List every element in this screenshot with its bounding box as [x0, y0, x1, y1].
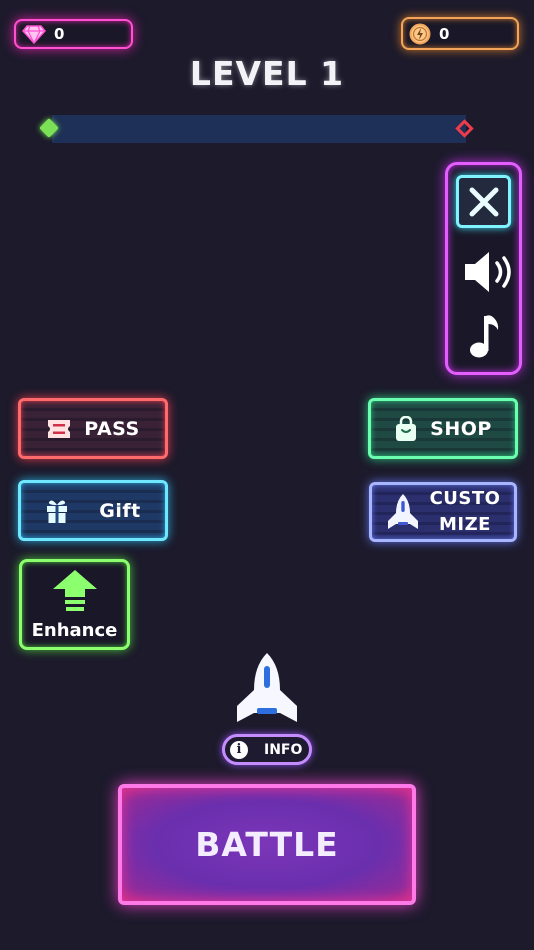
level-title: LEVEL 1	[189, 54, 345, 93]
gift-button[interactable]: Gift	[18, 480, 168, 541]
info-icon: i	[230, 740, 248, 759]
gift-label: Gift	[99, 499, 141, 522]
gem-counter[interactable]: 0	[14, 19, 133, 49]
level-progress-track	[52, 115, 466, 143]
info-button[interactable]: i INFO	[222, 734, 312, 765]
customize-label-line2: MIZE	[439, 514, 491, 535]
battle-button[interactable]: BATTLE	[118, 784, 416, 905]
upgrade-arrow-icon	[52, 569, 98, 617]
close-icon	[469, 187, 498, 216]
gift-icon	[47, 500, 68, 523]
pass-label: PASS	[84, 417, 140, 440]
energy-coin-icon	[409, 23, 431, 44]
customize-label-line1: CUSTO	[429, 488, 501, 509]
gem-icon	[22, 25, 46, 44]
customize-label: CUSTO MIZE	[430, 486, 501, 538]
ticket-icon	[48, 419, 71, 438]
energy-count: 0	[439, 24, 450, 43]
pass-button[interactable]: PASS	[18, 398, 168, 459]
close-button[interactable]	[456, 175, 511, 228]
player-ship[interactable]	[232, 652, 302, 726]
player-ship-icon	[237, 653, 297, 722]
spaceship-icon	[387, 494, 418, 529]
info-label: INFO	[264, 741, 303, 758]
sound-icon	[465, 252, 511, 292]
music-toggle[interactable]	[468, 312, 502, 360]
customize-button[interactable]: CUSTO MIZE	[369, 482, 517, 542]
battle-label: BATTLE	[195, 825, 339, 864]
music-note-icon	[470, 315, 499, 358]
shop-button[interactable]: SHOP	[368, 398, 518, 459]
gem-count: 0	[54, 25, 65, 43]
shop-label: SHOP	[430, 417, 492, 440]
energy-counter[interactable]: 0	[401, 17, 519, 50]
sound-toggle[interactable]	[462, 249, 516, 295]
shopping-bag-icon	[396, 415, 417, 441]
enhance-label: Enhance	[31, 620, 118, 641]
